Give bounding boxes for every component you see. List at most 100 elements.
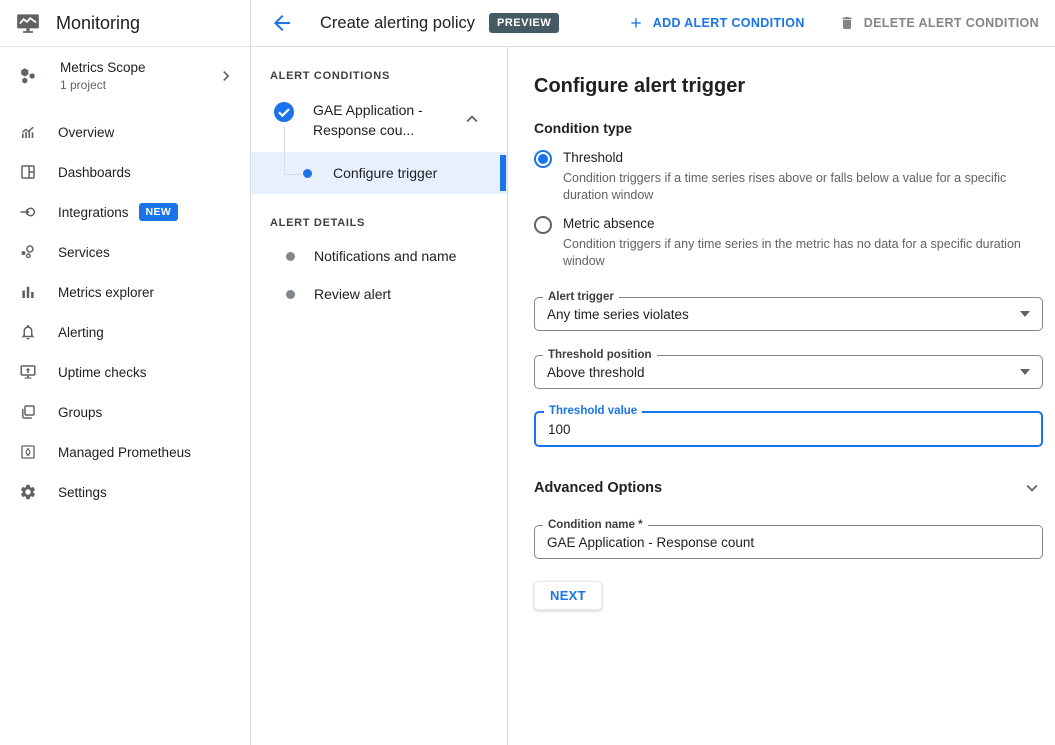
- page-header: Create alerting policy PREVIEW ADD ALERT…: [251, 0, 1055, 47]
- step-review-alert[interactable]: Review alert: [251, 275, 507, 313]
- nav-label: Groups: [58, 405, 102, 420]
- next-button[interactable]: NEXT: [534, 581, 602, 610]
- metric-absence-radio-label: Metric absence: [563, 216, 1042, 231]
- step-bullet-active: [303, 169, 312, 178]
- groups-icon: [19, 403, 37, 421]
- sidebar-item-groups[interactable]: Groups: [0, 392, 250, 432]
- radio-option-threshold: Threshold Condition triggers if a time s…: [534, 150, 1042, 204]
- threshold-position-value: Above threshold: [547, 365, 645, 380]
- threshold-value-input[interactable]: [548, 422, 1029, 437]
- threshold-value-label: Threshold value: [544, 405, 642, 417]
- sidebar-item-settings[interactable]: Settings: [0, 472, 250, 512]
- page-title: Create alerting policy: [320, 14, 475, 33]
- threshold-radio-label: Threshold: [563, 150, 1042, 165]
- sidebar-item-uptime-checks[interactable]: Uptime checks: [0, 352, 250, 392]
- nav-label: Metrics explorer: [58, 285, 154, 300]
- app-title: Monitoring: [56, 13, 140, 34]
- sidebar-item-managed-prometheus[interactable]: Managed Prometheus: [0, 432, 250, 472]
- back-arrow-icon[interactable]: [270, 11, 294, 35]
- alert-trigger-value: Any time series violates: [547, 307, 689, 322]
- nav-label: Settings: [58, 485, 107, 500]
- alert-conditions-header: ALERT CONDITIONS: [270, 70, 507, 82]
- step-bullet: [286, 252, 295, 261]
- sidebar-item-overview[interactable]: Overview: [0, 112, 250, 152]
- threshold-position-label: Threshold position: [543, 349, 657, 361]
- condition-name-text: GAE Application - Response cou...: [313, 100, 443, 140]
- configure-trigger-label: Configure trigger: [333, 165, 437, 181]
- threshold-radio[interactable]: [534, 150, 552, 168]
- nav-label: Uptime checks: [58, 365, 147, 380]
- sidebar-item-dashboards[interactable]: Dashboards: [0, 152, 250, 192]
- threshold-value-field: Threshold value: [534, 411, 1043, 447]
- threshold-radio-description: Condition triggers if a time series rise…: [563, 170, 1042, 204]
- alert-trigger-label: Alert trigger: [543, 291, 619, 303]
- gear-icon: [19, 483, 37, 501]
- metrics-scope-label: Metrics Scope: [60, 60, 216, 75]
- chevron-up-icon[interactable]: [461, 108, 483, 130]
- add-alert-condition-button[interactable]: ADD ALERT CONDITION: [628, 15, 805, 31]
- alert-steps-panel: ALERT CONDITIONS GAE Application - Respo…: [251, 47, 508, 745]
- advanced-options-label: Advanced Options: [534, 480, 662, 496]
- delete-alert-condition-label: DELETE ALERT CONDITION: [864, 16, 1039, 30]
- condition-item[interactable]: GAE Application - Response cou...: [251, 82, 507, 140]
- plus-icon: [628, 15, 644, 31]
- check-circle-icon: [272, 100, 296, 140]
- dropdown-arrow-icon: [1020, 369, 1030, 375]
- condition-name-line1: GAE Application -: [313, 100, 443, 120]
- sidebar-item-metrics-explorer[interactable]: Metrics explorer: [0, 272, 250, 312]
- new-badge: NEW: [139, 203, 179, 221]
- alert-trigger-select[interactable]: Alert trigger Any time series violates: [534, 297, 1043, 331]
- trash-icon: [839, 15, 855, 31]
- radio-texts: Metric absence Condition triggers if any…: [563, 216, 1042, 270]
- app-header: Monitoring: [0, 0, 250, 47]
- services-icon: [19, 243, 37, 261]
- metrics-scope-text: Metrics Scope 1 project: [60, 60, 216, 92]
- header-actions: ADD ALERT CONDITION DELETE ALERT CONDITI…: [628, 15, 1039, 31]
- delete-alert-condition-button[interactable]: DELETE ALERT CONDITION: [839, 15, 1039, 31]
- chevron-right-icon: [216, 66, 236, 86]
- metrics-scope-selector[interactable]: Metrics Scope 1 project: [0, 47, 250, 104]
- condition-name-input[interactable]: [547, 535, 1030, 550]
- configure-trigger-panel: Configure alert trigger Condition type T…: [508, 47, 1055, 745]
- step-notifications-and-name[interactable]: Notifications and name: [251, 237, 507, 275]
- uptime-icon: [19, 363, 37, 381]
- radio-texts: Threshold Condition triggers if a time s…: [563, 150, 1042, 204]
- dashboards-icon: [19, 163, 37, 181]
- nav-label: Integrations: [58, 205, 129, 220]
- integrations-icon: [19, 203, 37, 221]
- alert-details-group: Notifications and name Review alert: [251, 237, 507, 313]
- notifications-label: Notifications and name: [314, 248, 456, 264]
- condition-name-line2: Response cou...: [313, 120, 443, 140]
- sidebar: Monitoring Metrics Scope 1 project Overv…: [0, 0, 251, 745]
- metric-absence-radio-description: Condition triggers if any time series in…: [563, 236, 1042, 270]
- nav-label: Managed Prometheus: [58, 445, 191, 460]
- step-configure-trigger[interactable]: Configure trigger: [251, 152, 507, 194]
- nav-label: Dashboards: [58, 165, 131, 180]
- sidebar-item-alerting[interactable]: Alerting: [0, 312, 250, 352]
- selected-step-indicator: [500, 155, 506, 191]
- sidebar-item-services[interactable]: Services: [0, 232, 250, 272]
- sidebar-item-integrations[interactable]: Integrations NEW: [0, 192, 250, 232]
- condition-type-label: Condition type: [534, 120, 1042, 136]
- metrics-scope-icon: [17, 65, 39, 87]
- prometheus-icon: [19, 443, 37, 461]
- dropdown-arrow-icon: [1020, 311, 1030, 317]
- overview-icon: [19, 123, 37, 141]
- preview-badge: PREVIEW: [489, 13, 559, 33]
- advanced-options-toggle[interactable]: Advanced Options: [534, 477, 1043, 499]
- threshold-position-select[interactable]: Threshold position Above threshold: [534, 355, 1043, 389]
- bell-icon: [19, 323, 37, 341]
- nav-label: Services: [58, 245, 110, 260]
- chevron-down-icon: [1021, 477, 1043, 499]
- alert-details-header: ALERT DETAILS: [270, 217, 507, 229]
- nav-label: Overview: [58, 125, 114, 140]
- metrics-scope-project-count: 1 project: [60, 78, 216, 92]
- condition-name-field: Condition name *: [534, 525, 1043, 559]
- add-alert-condition-label: ADD ALERT CONDITION: [653, 16, 805, 30]
- metric-absence-radio[interactable]: [534, 216, 552, 234]
- condition-name-label: Condition name *: [543, 519, 648, 531]
- condition-block: GAE Application - Response cou... Config…: [251, 82, 507, 194]
- metrics-explorer-icon: [19, 283, 37, 301]
- nav-label: Alerting: [58, 325, 104, 340]
- panel-title: Configure alert trigger: [534, 75, 1042, 98]
